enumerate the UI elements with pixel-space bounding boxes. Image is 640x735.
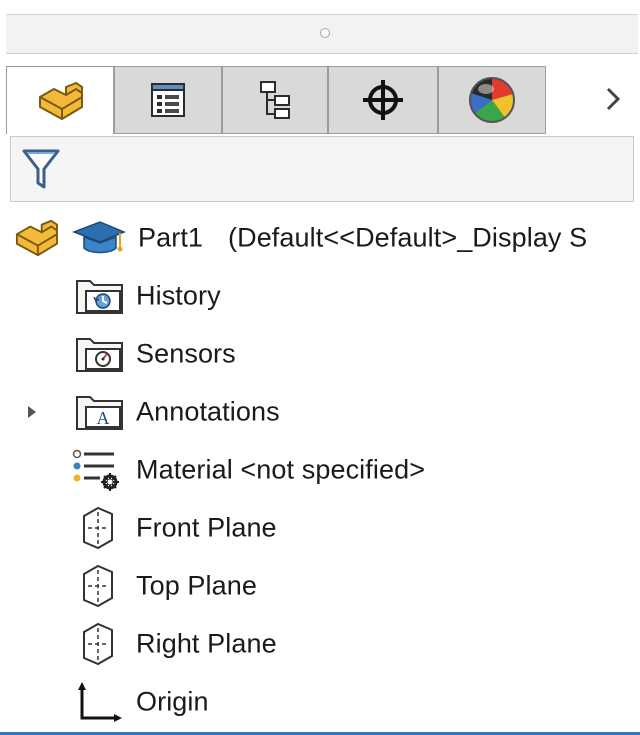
tree-root-row[interactable]: Part1 (Default<<Default>_Display S (0, 210, 640, 266)
graduation-cap-icon (72, 221, 126, 254)
expand-arrow-icon[interactable] (26, 404, 38, 420)
tree-item-label: Top Plane (136, 570, 257, 601)
root-config-text: (Default<<Default>_Display S (228, 222, 588, 253)
tab-featuremanager[interactable] (6, 66, 114, 134)
plane-icon (83, 564, 113, 608)
propertymanager-icon (151, 83, 185, 117)
tab-propertymanager[interactable] (114, 66, 222, 134)
history-folder-icon (76, 280, 123, 314)
tree-item-label: Sensors (136, 338, 236, 369)
featuremanager-part-icon (39, 81, 83, 120)
plane-icon (83, 506, 113, 550)
tree-item-right-plane[interactable]: Right Plane (0, 616, 640, 672)
tree-item-front-plane[interactable]: Front Plane (0, 500, 640, 556)
dimxpertmanager-icon (363, 80, 403, 120)
tree-item-label: Front Plane (136, 512, 277, 543)
manager-tab-bar (6, 66, 638, 134)
tree-item-label: History (136, 280, 221, 311)
tree-item-sensors[interactable]: Sensors (0, 326, 640, 382)
tree-item-label: Annotations (136, 396, 280, 427)
panel-header[interactable] (6, 14, 638, 54)
top-strip (0, 0, 640, 14)
tree-item-label: Right Plane (136, 628, 277, 659)
tree-item-top-plane[interactable]: Top Plane (0, 558, 640, 614)
tree-item-origin[interactable]: Origin (0, 674, 640, 730)
tree-item-annotations[interactable]: A Annotations (0, 384, 640, 440)
filter-bar[interactable] (10, 136, 634, 202)
annotations-folder-icon: A (76, 396, 123, 430)
funnel-filter-icon[interactable] (21, 147, 61, 193)
tab-configurationmanager[interactable] (222, 66, 328, 134)
configurationmanager-icon (260, 81, 290, 119)
chevron-right-icon[interactable] (601, 84, 625, 114)
plane-icon (83, 622, 113, 666)
origin-icon (78, 682, 122, 722)
panel-grip-handle[interactable] (320, 28, 330, 38)
sensors-folder-icon (76, 338, 123, 372)
tree-item-material[interactable]: Material <not specified> (0, 442, 640, 498)
displaymanager-icon (469, 77, 515, 123)
tab-displaymanager[interactable] (438, 66, 546, 134)
material-icon (72, 449, 119, 491)
root-part-name: Part1 (138, 222, 204, 253)
part-icon (15, 219, 58, 257)
tree-item-label: Origin (136, 686, 209, 717)
tree-item-history[interactable]: History (0, 268, 640, 324)
tree-item-label: Material <not specified> (136, 454, 426, 485)
svg-text:A: A (97, 408, 110, 428)
tab-dimxpertmanager[interactable] (328, 66, 438, 134)
